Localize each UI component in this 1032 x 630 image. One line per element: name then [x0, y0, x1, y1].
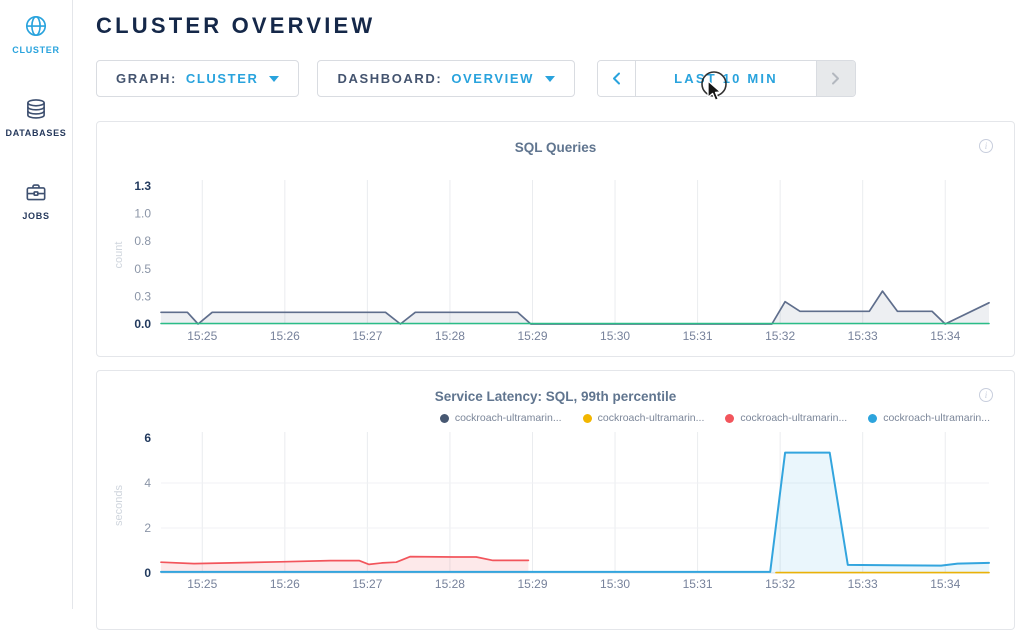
svg-text:0.3: 0.3: [134, 289, 151, 303]
chevron-right-icon: [831, 72, 840, 85]
legend-item[interactable]: cockroach-ultramarin...: [583, 412, 705, 424]
globe-icon: [23, 13, 49, 39]
svg-text:15:30: 15:30: [600, 577, 630, 591]
sidebar-item-label: DATABASES: [6, 128, 67, 138]
svg-text:seconds: seconds: [113, 485, 125, 526]
svg-text:count: count: [113, 242, 125, 269]
legend-item[interactable]: cockroach-ultramarin...: [725, 412, 847, 424]
svg-text:15:31: 15:31: [683, 329, 713, 343]
time-next-button[interactable]: [817, 61, 855, 96]
dashboard-selector[interactable]: DASHBOARD: OVERVIEW: [317, 60, 574, 97]
chart-card-service-latency: Service Latency: SQL, 99th percentile i …: [96, 370, 1015, 630]
svg-text:0.5: 0.5: [134, 262, 151, 276]
main-content: CLUSTER OVERVIEW GRAPH: CLUSTER DASHBOAR…: [73, 0, 1032, 630]
chart-card-sql-queries: SQL Queries i 15:2515:2615:2715:2815:291…: [96, 121, 1015, 357]
graph-selector[interactable]: GRAPH: CLUSTER: [96, 60, 299, 97]
svg-text:15:32: 15:32: [765, 577, 795, 591]
sidebar-item-label: CLUSTER: [12, 45, 59, 55]
time-window-label[interactable]: LAST 10 MIN: [636, 61, 817, 96]
svg-text:0: 0: [144, 566, 151, 580]
dashboard-selector-value: OVERVIEW: [451, 71, 534, 86]
databases-icon: [23, 96, 49, 122]
controls-bar: GRAPH: CLUSTER DASHBOARD: OVERVIEW LAST …: [96, 60, 1032, 97]
svg-text:15:27: 15:27: [352, 577, 382, 591]
svg-text:15:29: 15:29: [517, 577, 547, 591]
sidebar: CLUSTER DATABASES JOBS: [0, 0, 73, 609]
sidebar-item-label: JOBS: [22, 211, 49, 221]
svg-text:15:26: 15:26: [270, 329, 300, 343]
legend-label: cockroach-ultramarin...: [598, 412, 705, 424]
chart-legend: cockroach-ultramarin... cockroach-ultrama…: [97, 412, 1014, 424]
svg-text:0.0: 0.0: [134, 317, 151, 331]
legend-label: cockroach-ultramarin...: [740, 412, 847, 424]
svg-text:15:28: 15:28: [435, 577, 465, 591]
svg-text:15:33: 15:33: [848, 329, 878, 343]
chevron-down-icon: [545, 76, 555, 82]
sql-queries-chart: 15:25 15:26 15:27 15:28 15:29 15:30 15:31 15:32…: [97, 122, 1014, 356]
svg-text:2: 2: [144, 521, 151, 535]
legend-label: cockroach-ultramarin...: [883, 412, 990, 424]
sidebar-item-jobs[interactable]: JOBS: [0, 166, 72, 235]
svg-text:0.8: 0.8: [134, 234, 151, 248]
svg-text:15:25: 15:25: [187, 329, 217, 343]
svg-text:1.0: 1.0: [134, 207, 151, 221]
legend-dot-icon: [440, 414, 449, 423]
graph-selector-value: CLUSTER: [186, 71, 259, 86]
chevron-down-icon: [269, 76, 279, 82]
legend-item[interactable]: cockroach-ultramarin...: [868, 412, 990, 424]
briefcase-icon: [23, 179, 49, 205]
time-window-selector: LAST 10 MIN: [597, 60, 856, 97]
svg-text:15:26: 15:26: [270, 577, 300, 591]
svg-text:15:33: 15:33: [848, 577, 878, 591]
svg-text:1.3: 1.3: [134, 179, 151, 193]
svg-text:15:29: 15:29: [517, 329, 547, 343]
svg-text:15:32: 15:32: [765, 329, 795, 343]
svg-text:15:27: 15:27: [352, 329, 382, 343]
svg-text:15:30: 15:30: [600, 329, 630, 343]
svg-text:15:25: 15:25: [187, 577, 217, 591]
legend-dot-icon: [725, 414, 734, 423]
graph-selector-label: GRAPH:: [116, 71, 177, 86]
svg-text:15:34: 15:34: [930, 577, 960, 591]
time-prev-button[interactable]: [598, 61, 636, 96]
legend-dot-icon: [868, 414, 877, 423]
svg-text:4: 4: [144, 476, 151, 490]
sidebar-item-databases[interactable]: DATABASES: [0, 83, 72, 152]
svg-text:15:28: 15:28: [435, 329, 465, 343]
dashboard-selector-label: DASHBOARD:: [337, 71, 442, 86]
svg-text:15:34: 15:34: [930, 329, 960, 343]
service-latency-chart: 15:25 15:26 15:27 15:28 15:29 15:30 15:31 15:32…: [97, 371, 1014, 609]
legend-dot-icon: [583, 414, 592, 423]
legend-item[interactable]: cockroach-ultramarin...: [440, 412, 562, 424]
chevron-left-icon: [612, 72, 621, 85]
legend-label: cockroach-ultramarin...: [455, 412, 562, 424]
svg-text:15:31: 15:31: [683, 577, 713, 591]
svg-text:6: 6: [144, 431, 151, 445]
sidebar-item-cluster[interactable]: CLUSTER: [0, 0, 72, 69]
page-title: CLUSTER OVERVIEW: [96, 0, 1032, 39]
